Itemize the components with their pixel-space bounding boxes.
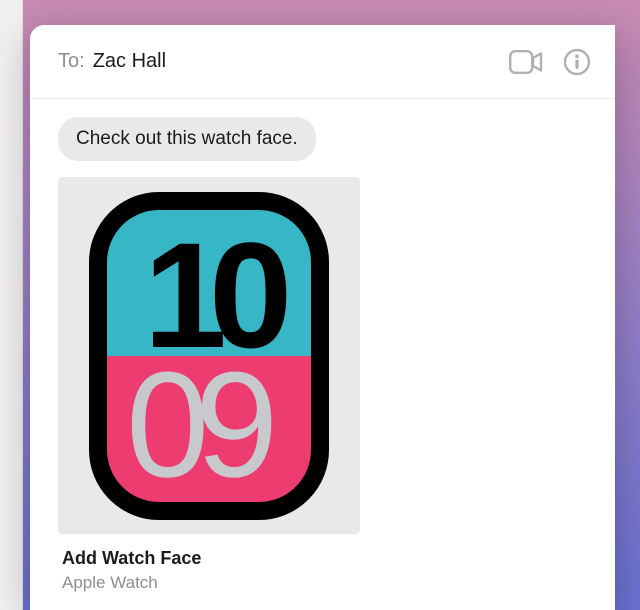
to-recipient-name: Zac Hall (93, 50, 166, 73)
message-text: Check out this watch face. (76, 128, 298, 149)
details-info-button[interactable] (563, 48, 591, 76)
to-label: To: (58, 50, 85, 73)
to-field[interactable]: To: Zac Hall (58, 50, 166, 73)
watchface-bottom-digits: 60 (140, 350, 279, 500)
watch-face-icon: 10 60 (89, 192, 329, 520)
messages-window: To: Zac Hall Check out this watch face. (30, 25, 615, 610)
attachment-thumbnail: 10 60 (58, 177, 360, 534)
sidebar-sliver (0, 0, 23, 610)
watchface-attachment[interactable]: 10 60 Add Watch Face Apple Watch (58, 177, 360, 593)
info-icon (563, 48, 591, 76)
conversation-header: To: Zac Hall (30, 25, 615, 99)
video-camera-icon (509, 50, 543, 74)
attachment-title: Add Watch Face (62, 548, 356, 569)
attachment-meta: Add Watch Face Apple Watch (58, 534, 360, 593)
messages-area: Check out this watch face. 10 60 Add Wat… (30, 99, 615, 610)
facetime-video-button[interactable] (509, 50, 543, 74)
attachment-subtitle: Apple Watch (62, 573, 356, 593)
incoming-message-bubble[interactable]: Check out this watch face. (58, 117, 316, 161)
